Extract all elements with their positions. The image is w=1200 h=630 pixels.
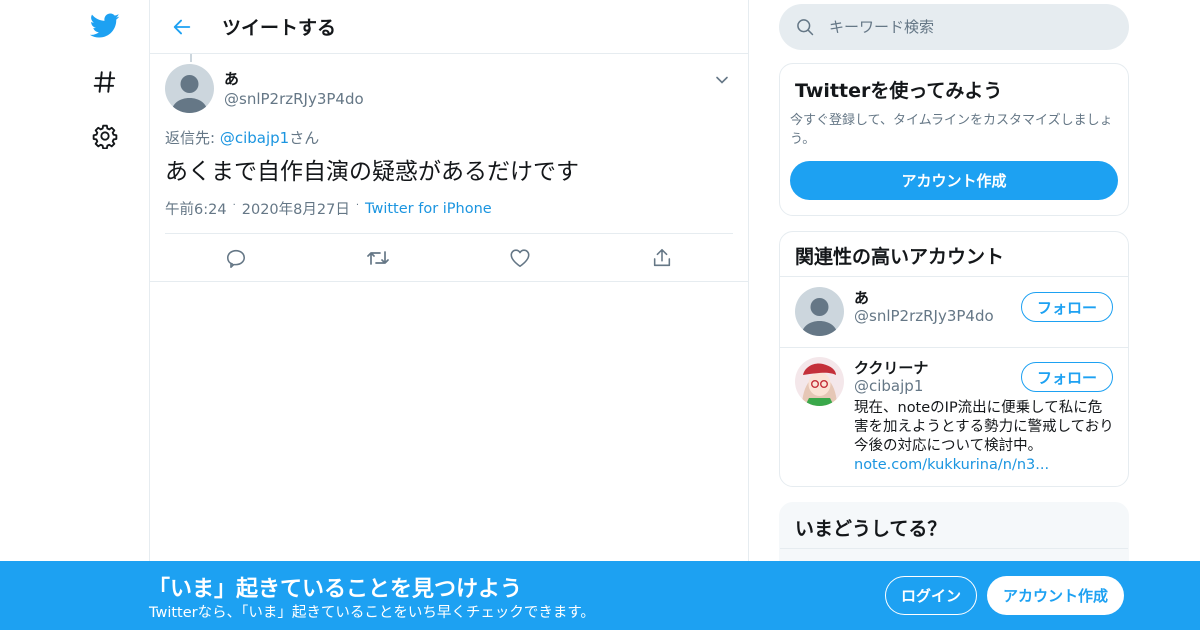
create-account-button[interactable]: アカウント作成 <box>790 161 1118 200</box>
search-icon <box>795 17 815 37</box>
login-button[interactable]: ログイン <box>885 576 977 615</box>
default-avatar-icon <box>165 64 214 113</box>
page-title: ツイートする <box>222 17 337 39</box>
trends-title: いまどうしてる？ <box>780 503 1128 549</box>
bottom-bar-subtitle: Twitterなら、「いま」起きていることをいち早くチェックできます。 <box>149 605 595 621</box>
tweet-menu-button[interactable] <box>710 68 734 92</box>
avatar[interactable] <box>165 64 214 113</box>
page-header: ツイートする <box>150 0 748 54</box>
signup-card-title: Twitterを使ってみよう <box>795 80 1003 102</box>
account-name[interactable]: あ <box>854 287 869 308</box>
gear-icon <box>92 124 118 149</box>
reply-to-handle-link[interactable]: @cibajp1 <box>220 129 289 147</box>
reply-button[interactable] <box>224 246 248 270</box>
hashtag-icon <box>93 71 116 93</box>
account-handle[interactable]: @cibajp1 <box>854 377 923 395</box>
tweet: あ @snlP2rzRJy3P4do 返信先: @cibajp1さん あくまで自… <box>150 54 748 282</box>
account-name[interactable]: ククリーナ <box>854 357 928 378</box>
reply-icon <box>226 249 246 268</box>
main-column: ツイートする あ @snlP2rzRJy3P4do 返信先: @cibajp1さ… <box>149 0 749 630</box>
signup-button[interactable]: アカウント作成 <box>987 576 1124 615</box>
avatar[interactable] <box>795 357 844 406</box>
page: ツイートする あ @snlP2rzRJy3P4do 返信先: @cibajp1さ… <box>0 0 1200 630</box>
bottom-bar-title: 「いま」起きていることを見つけよう <box>148 577 523 602</box>
tweet-text: あくまで自作自演の疑惑があるだけです <box>165 159 579 185</box>
separator-dot: · <box>232 200 236 211</box>
related-accounts-title: 関連性の高いアカウント <box>780 232 1128 277</box>
back-button[interactable] <box>154 0 210 54</box>
twitter-bird-icon <box>90 13 120 38</box>
twitter-logo-link[interactable] <box>80 6 130 46</box>
retweet-button[interactable] <box>366 246 390 270</box>
author-name[interactable]: あ <box>224 69 364 89</box>
search-input[interactable] <box>829 18 1109 36</box>
account-bio: 現在、noteのIP流出に便乗して私に危害を加えようとする勢力に警戒しており今後… <box>854 400 1114 454</box>
tweet-time[interactable]: 午前6:24 <box>165 198 227 219</box>
tweet-source-link[interactable]: Twitter for iPhone <box>365 201 492 217</box>
account-bio-link[interactable]: note.com/kukkurina/n/n3... <box>854 457 1049 473</box>
chevron-down-icon <box>716 76 728 84</box>
thread-connector <box>190 54 192 62</box>
tweet-date[interactable]: 2020年8月27日 <box>242 198 350 219</box>
bottom-signup-bar: 「いま」起きていることを見つけよう Twitterなら、「いま」起きていることを… <box>0 561 1200 630</box>
reply-to-suffix: さん <box>289 129 320 147</box>
separator-dot: · <box>355 200 360 211</box>
follow-button[interactable]: フォロー <box>1021 292 1113 322</box>
tweet-meta: 午前6:24 · 2020年8月27日 · Twitter for iPhone <box>165 198 733 234</box>
account-handle[interactable]: @snlP2rzRJy3P4do <box>854 307 994 325</box>
heart-icon <box>510 249 530 268</box>
signup-card: Twitterを使ってみよう 今すぐ登録して、タイムラインをカスタマイズしましょ… <box>779 63 1129 216</box>
signup-card-description: 今すぐ登録して、タイムラインをカスタマイズしましょう。 <box>790 113 1113 147</box>
reply-to-prefix: 返信先: <box>165 129 220 147</box>
explore-link[interactable] <box>80 62 130 102</box>
share-icon <box>653 248 671 267</box>
tweet-author[interactable]: あ @snlP2rzRJy3P4do <box>165 54 733 113</box>
reply-to: 返信先: @cibajp1さん <box>165 127 733 148</box>
settings-link[interactable] <box>80 116 130 156</box>
anime-avatar-icon <box>795 357 844 406</box>
avatar[interactable] <box>795 287 844 336</box>
author-handle[interactable]: @snlP2rzRJy3P4do <box>224 89 364 109</box>
share-button[interactable] <box>650 246 674 270</box>
search-box <box>779 4 1129 50</box>
default-avatar-icon <box>795 287 844 336</box>
retweet-icon <box>367 251 389 265</box>
author-info: あ @snlP2rzRJy3P4do <box>224 69 364 109</box>
related-account[interactable]: あ @snlP2rzRJy3P4do フォロー <box>780 278 1128 348</box>
related-accounts-card: 関連性の高いアカウント あ @snlP2rzRJy3P4do フォロー ククリー… <box>779 231 1129 487</box>
arrow-left-icon <box>173 19 191 34</box>
like-button[interactable] <box>508 246 532 270</box>
follow-button[interactable]: フォロー <box>1021 362 1113 392</box>
tweet-actions <box>150 234 748 282</box>
